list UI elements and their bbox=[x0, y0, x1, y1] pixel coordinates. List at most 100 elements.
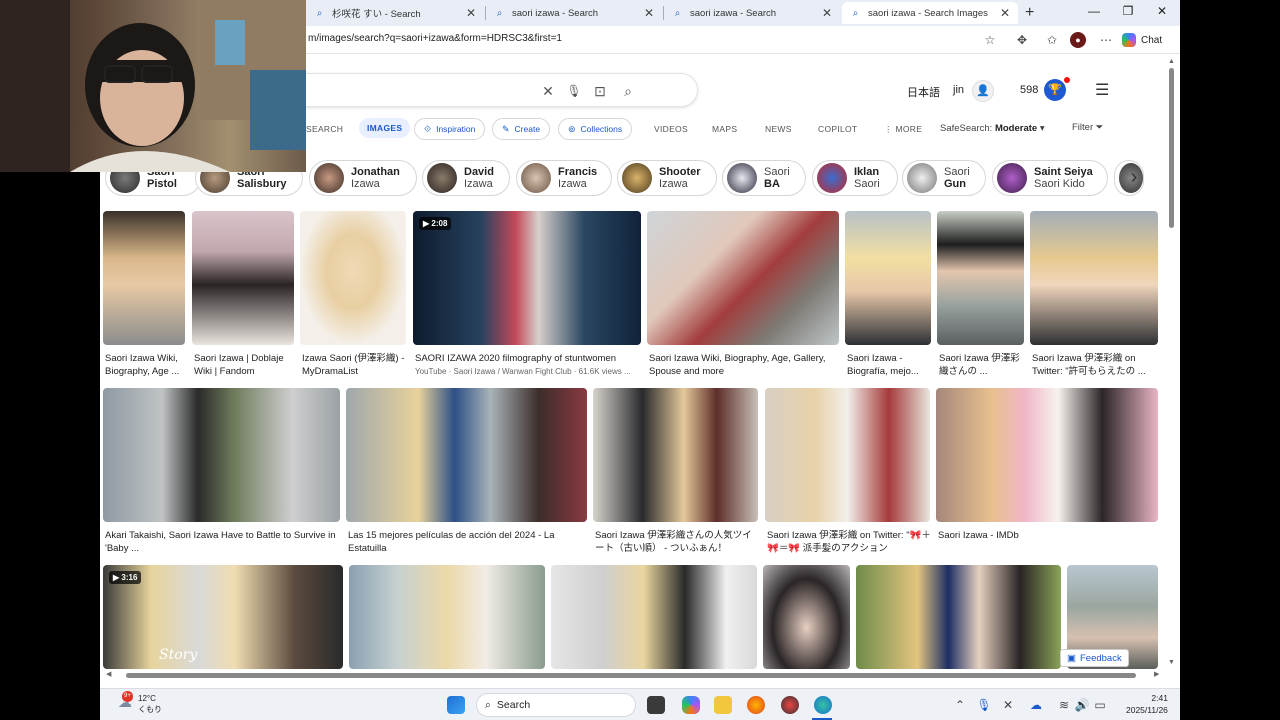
scroll-right-icon[interactable]: ▶ bbox=[1154, 670, 1159, 678]
image-result[interactable]: Saori Izawa 伊澤彩織さんの人気ツイート（古い順） - ついふぁん！ bbox=[593, 388, 758, 556]
firefox-icon[interactable] bbox=[747, 696, 765, 714]
nav-create[interactable]: ✎ Create bbox=[492, 118, 551, 140]
result-caption[interactable]: Izawa Saori (伊澤彩織) - MyDramaList bbox=[302, 352, 408, 380]
related-chip[interactable]: Jonathan Izawa bbox=[309, 160, 417, 196]
result-thumbnail[interactable] bbox=[593, 388, 758, 522]
rewards-trophy-icon[interactable]: 🏆 bbox=[1044, 79, 1066, 101]
result-thumbnail[interactable] bbox=[1030, 211, 1158, 345]
related-chip[interactable]: David Izawa bbox=[422, 160, 510, 196]
result-thumbnail[interactable] bbox=[346, 388, 587, 522]
nav-images[interactable]: IMAGES bbox=[359, 118, 411, 138]
result-thumbnail[interactable] bbox=[937, 211, 1024, 345]
close-icon[interactable]: ✕ bbox=[644, 6, 654, 20]
related-chip[interactable]: Francis Izawa bbox=[516, 160, 612, 196]
file-explorer-icon[interactable] bbox=[714, 696, 732, 714]
close-icon[interactable]: ✕ bbox=[1000, 6, 1010, 20]
tab-4-active[interactable]: ⌕ saori izawa - Search Images ✕ bbox=[842, 2, 1018, 24]
scrollbar-thumb[interactable] bbox=[1169, 68, 1174, 228]
clock[interactable]: 2:41 2025/11/26 bbox=[1126, 692, 1168, 716]
result-caption[interactable]: Saori Izawa 伊澤彩織さんの人気ツイート（古い順） - ついふぁん！ bbox=[595, 529, 760, 557]
scroll-down-icon[interactable]: ▼ bbox=[1168, 659, 1175, 666]
new-tab-button[interactable]: + bbox=[1025, 4, 1034, 22]
result-caption[interactable]: Saori Izawa Wiki, Biography, Age ... bbox=[105, 352, 187, 380]
microphone-icon[interactable]: 🎙 bbox=[976, 697, 992, 713]
result-thumbnail[interactable]: ▶ 3:16 Story bbox=[103, 565, 343, 669]
tab-3[interactable]: ⌕ saori izawa - Search ✕ bbox=[664, 2, 840, 24]
related-chip[interactable]: Saori Gun bbox=[902, 160, 986, 196]
close-window-button[interactable]: ✕ bbox=[1148, 4, 1176, 18]
language-selector[interactable]: 日本語 bbox=[907, 84, 940, 100]
scroll-left-icon[interactable]: ◀ bbox=[106, 670, 111, 678]
close-icon[interactable]: ✕ bbox=[466, 6, 476, 20]
vertical-scrollbar[interactable]: ▲ ▼ bbox=[1166, 58, 1178, 670]
profile-avatar-icon[interactable]: ● bbox=[1070, 32, 1086, 48]
related-chip[interactable]: Saint Seiya Saori Kido bbox=[992, 160, 1108, 196]
result-thumbnail[interactable]: ▶ 2:08 bbox=[413, 211, 641, 345]
edge-icon[interactable] bbox=[814, 696, 832, 714]
favorite-star-icon[interactable]: ☆ bbox=[982, 32, 998, 48]
weather-widget[interactable]: ☁ 9+ 12°C くもり bbox=[118, 691, 162, 715]
video-result[interactable]: ▶ 2:08 SAORI IZAWA 2020 filmography of s… bbox=[413, 211, 641, 379]
windows-start-icon[interactable] bbox=[447, 696, 465, 714]
result-caption[interactable]: Saori Izawa - Biografía, mejo... bbox=[847, 352, 933, 380]
result-caption[interactable]: Saori Izawa - IMDb bbox=[938, 529, 1160, 543]
rewards-points[interactable]: 598 bbox=[1020, 84, 1038, 96]
image-result[interactable] bbox=[856, 565, 1061, 669]
result-thumbnail[interactable] bbox=[647, 211, 839, 345]
search-box[interactable]: ✕ 🎙 ⊡ ⌕ bbox=[250, 73, 698, 107]
image-result[interactable]: Saori Izawa - IMDb bbox=[936, 388, 1158, 556]
result-thumbnail[interactable] bbox=[551, 565, 757, 669]
nav-collections[interactable]: ⊚ Collections bbox=[558, 118, 633, 140]
close-icon[interactable]: ✕ bbox=[822, 6, 832, 20]
nav-search[interactable]: SEARCH bbox=[306, 124, 343, 134]
cloud-sync-icon[interactable]: ☁ bbox=[1028, 697, 1044, 713]
nav-inspiration[interactable]: ⟐ Inspiration bbox=[414, 118, 486, 140]
result-caption[interactable]: Saori Izawa Wiki, Biography, Age, Galler… bbox=[649, 352, 841, 380]
related-chip[interactable]: Iklan Saori bbox=[812, 160, 898, 196]
address-bar[interactable]: m/images/search?q=saori+izawa&form=HDRSC… bbox=[308, 33, 562, 44]
extensions-icon[interactable]: ✥ bbox=[1014, 32, 1030, 48]
copilot-icon[interactable] bbox=[682, 696, 700, 714]
tab-1[interactable]: ⌕ 杉咲花 すい - Search ✕ bbox=[306, 2, 484, 24]
chevron-right-icon[interactable]: › bbox=[1122, 166, 1146, 189]
related-chip[interactable]: Saori BA bbox=[722, 160, 806, 196]
result-thumbnail[interactable] bbox=[845, 211, 931, 345]
image-result[interactable]: Saori Izawa | Doblaje Wiki | Fandom bbox=[192, 211, 294, 379]
image-result[interactable]: Saori Izawa 伊澤彩織 on Twitter: "🎀＋🎀＝🎀 派手髪の… bbox=[765, 388, 931, 556]
video-result[interactable]: ▶ 3:16 Story bbox=[103, 565, 343, 669]
nav-more[interactable]: ⋮ MORE bbox=[884, 124, 922, 135]
result-caption[interactable]: Saori Izawa 伊澤彩織 on Twitter: "許可もらえたの ..… bbox=[1032, 352, 1160, 380]
search-icon[interactable]: ⌕ bbox=[620, 83, 636, 99]
clear-search-icon[interactable]: ✕ bbox=[540, 83, 556, 99]
image-result[interactable] bbox=[551, 565, 757, 669]
image-result[interactable] bbox=[349, 565, 545, 669]
result-caption[interactable]: Akari Takaishi, Saori Izawa Have to Batt… bbox=[105, 529, 342, 557]
image-result[interactable]: Akari Takaishi, Saori Izawa Have to Batt… bbox=[103, 388, 340, 556]
chevron-up-icon[interactable]: ⌃ bbox=[952, 697, 968, 713]
nav-videos[interactable]: VIDEOS bbox=[654, 124, 688, 134]
app-icon[interactable] bbox=[781, 696, 799, 714]
maximize-button[interactable]: ❐ bbox=[1114, 4, 1142, 18]
result-thumbnail[interactable] bbox=[763, 565, 850, 669]
task-view-icon[interactable] bbox=[647, 696, 665, 714]
wifi-icon[interactable]: ≋ bbox=[1056, 697, 1072, 713]
microphone-icon[interactable]: 🎙 bbox=[566, 83, 582, 99]
favorites-icon[interactable]: ✩ bbox=[1044, 32, 1060, 48]
result-thumbnail[interactable] bbox=[103, 388, 340, 522]
volume-icon[interactable]: 🔊 bbox=[1074, 697, 1090, 713]
minimize-button[interactable]: — bbox=[1080, 4, 1108, 18]
result-thumbnail[interactable] bbox=[856, 565, 1061, 669]
result-caption[interactable]: Las 15 mejores películas de acción del 2… bbox=[348, 529, 589, 557]
result-thumbnail[interactable] bbox=[765, 388, 930, 522]
result-thumbnail[interactable] bbox=[192, 211, 294, 345]
image-result[interactable]: Saori Izawa - Biografía, mejo... bbox=[845, 211, 931, 379]
user-avatar-icon[interactable]: 👤 bbox=[972, 80, 994, 102]
image-result[interactable]: Saori Izawa Wiki, Biography, Age, Galler… bbox=[647, 211, 839, 379]
image-result[interactable] bbox=[763, 565, 850, 669]
visual-search-icon[interactable]: ⊡ bbox=[592, 83, 608, 99]
more-menu-icon[interactable]: ⋯ bbox=[1098, 32, 1114, 48]
copilot-chat-button[interactable]: Chat bbox=[1122, 31, 1162, 49]
result-thumbnail[interactable] bbox=[349, 565, 545, 669]
scrollbar-thumb[interactable] bbox=[126, 673, 1136, 678]
result-caption[interactable]: SAORI IZAWA 2020 filmography of stuntwom… bbox=[415, 352, 643, 366]
